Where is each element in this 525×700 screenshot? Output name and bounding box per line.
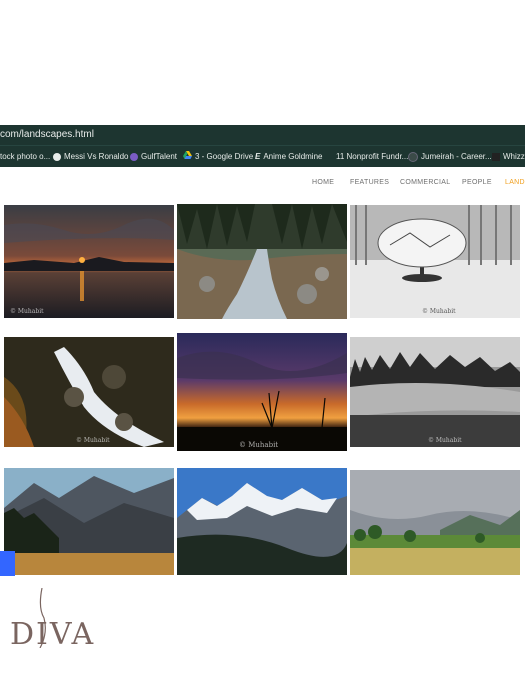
bookmark-stock-photo[interactable]: tock photo o...: [0, 146, 50, 167]
photo-watermark: © Muhabit: [428, 437, 462, 444]
bookmark-label: 3 - Google Drive: [195, 152, 254, 161]
address-bar[interactable]: com/landscapes.html: [0, 125, 525, 145]
photo-mountain-valley[interactable]: [4, 468, 174, 575]
photo-rocky-stream[interactable]: © Muhabit: [4, 337, 174, 447]
nav-landscapes[interactable]: LAND: [505, 179, 525, 186]
bookmark-nonprofit[interactable]: 11 Nonprofit Fundr...: [336, 146, 408, 167]
photo-snow-mountains[interactable]: [177, 468, 347, 575]
photo-watermark: © Muhabit: [239, 441, 279, 449]
photo-watermark: © Muhabit: [10, 308, 44, 315]
photo-dusk-sky[interactable]: © Muhabit: [177, 333, 347, 451]
photo-snow-tree[interactable]: © Muhabit: [350, 205, 520, 318]
bookmark-label: Anime Goldmine: [263, 152, 323, 161]
site-logo[interactable]: DIVA: [10, 617, 95, 652]
nav-commercial[interactable]: COMMERCIAL: [400, 179, 450, 186]
photo-sunset-lake[interactable]: © Muhabit: [4, 205, 174, 318]
bookmark-label: Messi Vs Ronaldo: [64, 152, 129, 161]
google-drive-icon: [183, 146, 192, 167]
nav-home[interactable]: HOME: [312, 179, 334, 186]
bookmark-anime-goldmine[interactable]: E Anime Goldmine: [255, 146, 322, 167]
photo-forest-stream[interactable]: [177, 204, 347, 319]
whizz-icon: [492, 152, 500, 161]
bookmark-label: Jumeirah - Career...: [421, 152, 492, 161]
nav-features[interactable]: FEATURES: [350, 179, 389, 186]
site-nav: HOME FEATURES COMMERCIAL PEOPLE LAND: [0, 175, 525, 193]
side-tab-button[interactable]: [0, 551, 15, 576]
bookmark-whizz[interactable]: Whizz: [492, 146, 525, 167]
bookmarks-bar: tock photo o... Messi Vs Ronaldo GulfTal…: [0, 145, 525, 167]
jumeirah-icon: [408, 151, 418, 162]
nav-people[interactable]: PEOPLE: [462, 179, 492, 186]
globe-icon: [53, 152, 61, 161]
photo-watermark: © Muhabit: [76, 437, 110, 444]
bookmark-messi-vs-ronaldo[interactable]: Messi Vs Ronaldo: [53, 146, 128, 167]
bookmark-jumeirah[interactable]: Jumeirah - Career...: [408, 146, 492, 167]
photo-watermark: © Muhabit: [422, 308, 456, 315]
anime-goldmine-icon: E: [255, 152, 261, 161]
photo-green-field[interactable]: [350, 470, 520, 575]
photo-bw-meadow[interactable]: © Muhabit: [350, 337, 520, 447]
gulftalent-icon: [130, 152, 138, 161]
bookmark-google-drive[interactable]: 3 - Google Drive: [183, 146, 253, 167]
bookmark-gulftalent[interactable]: GulfTalent: [130, 146, 177, 167]
bookmark-label: Whizz: [503, 152, 525, 161]
bookmark-label: 11 Nonprofit Fundr...: [336, 152, 409, 161]
bookmark-label: GulfTalent: [141, 152, 178, 161]
bookmark-label: tock photo o...: [0, 152, 51, 161]
url-text: com/landscapes.html: [0, 129, 94, 140]
